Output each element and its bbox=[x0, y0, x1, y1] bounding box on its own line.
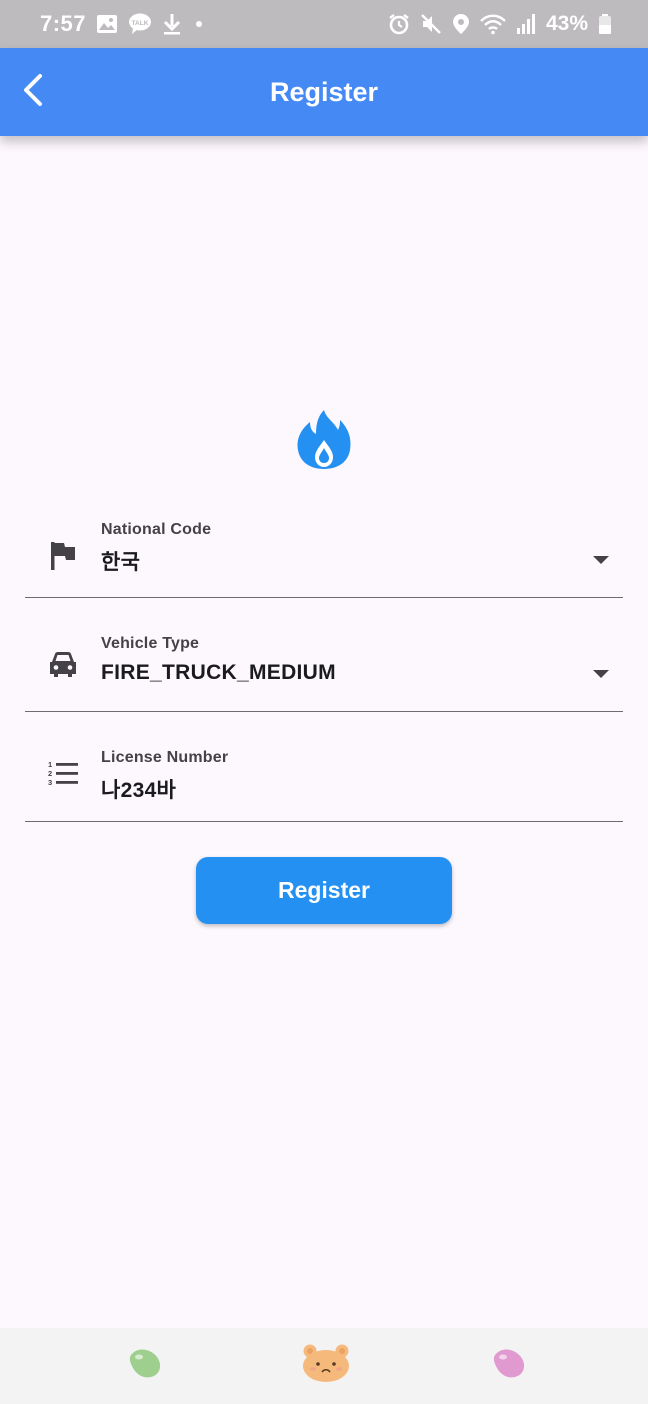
chevron-left-icon bbox=[20, 73, 48, 112]
license-number-field[interactable]: 1 2 3 License Number 나234바 bbox=[25, 738, 623, 822]
numbered-list-icon: 1 2 3 bbox=[47, 758, 79, 790]
bottom-bar bbox=[0, 1328, 648, 1404]
battery-percentage: 43% bbox=[545, 12, 588, 35]
back-button[interactable] bbox=[10, 68, 58, 116]
bottom-nav-center[interactable] bbox=[298, 1340, 354, 1390]
flame-drop-icon bbox=[296, 408, 352, 470]
flag-icon bbox=[47, 540, 79, 572]
bottom-nav-left[interactable] bbox=[120, 1342, 170, 1388]
bear-face-icon bbox=[301, 1343, 351, 1388]
svg-text:1: 1 bbox=[48, 760, 52, 769]
vehicle-type-label: Vehicle Type bbox=[101, 635, 200, 652]
wifi-icon bbox=[480, 13, 506, 35]
mute-icon bbox=[420, 13, 442, 35]
vehicle-type-select[interactable]: Vehicle Type FIRE_TRUCK_MEDIUM bbox=[25, 624, 623, 712]
license-number-label: License Number bbox=[101, 749, 229, 766]
location-icon bbox=[452, 13, 470, 35]
svg-text:2: 2 bbox=[48, 769, 52, 778]
dot-icon bbox=[192, 17, 206, 31]
chevron-down-icon bbox=[589, 548, 613, 572]
national-code-value: 한국 bbox=[101, 551, 141, 574]
talk-icon: TALK bbox=[128, 13, 152, 35]
talk-badge-text: TALK bbox=[132, 20, 149, 27]
status-left: 7:57 TALK bbox=[40, 11, 206, 37]
page-title: Register bbox=[269, 76, 379, 107]
national-code-select[interactable]: National Code 한국 bbox=[25, 510, 623, 598]
status-bar: 7:57 TALK 43% bbox=[0, 0, 648, 48]
register-button[interactable]: Register bbox=[196, 857, 452, 924]
svg-text:3: 3 bbox=[48, 778, 52, 787]
alarm-icon bbox=[388, 13, 410, 35]
signal-icon bbox=[516, 13, 536, 35]
green-jellybean-icon bbox=[127, 1347, 163, 1384]
bottom-nav-right[interactable] bbox=[484, 1342, 534, 1388]
battery-icon bbox=[598, 13, 612, 35]
pink-jellybean-icon bbox=[491, 1347, 527, 1384]
vehicle-type-value: FIRE_TRUCK_MEDIUM bbox=[101, 661, 336, 684]
license-number-value: 나234바 bbox=[101, 779, 177, 802]
status-time: 7:57 bbox=[40, 11, 87, 36]
status-right: 43% bbox=[388, 12, 612, 36]
chevron-down-icon bbox=[589, 662, 613, 686]
national-code-label: National Code bbox=[101, 521, 212, 538]
app-bar: Register bbox=[0, 48, 648, 136]
gallery-icon bbox=[96, 14, 118, 34]
download-icon bbox=[162, 13, 182, 35]
car-icon bbox=[47, 648, 79, 680]
